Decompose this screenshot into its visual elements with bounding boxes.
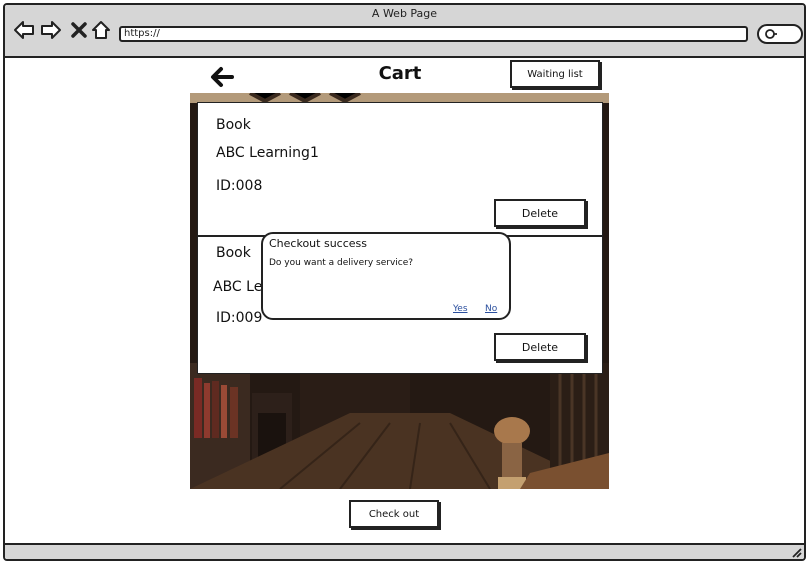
item-title: ABC Learning1 xyxy=(216,145,319,161)
item-id: ID:009 xyxy=(216,310,263,326)
item-category: Book xyxy=(216,117,251,133)
arrow-left-icon xyxy=(211,67,234,87)
close-icon[interactable] xyxy=(68,19,90,41)
cart-item-card: Book ABC Learning1 ID:008 Delete xyxy=(197,102,603,236)
back-button[interactable] xyxy=(208,63,236,91)
home-icon[interactable] xyxy=(90,19,112,41)
no-link[interactable]: No xyxy=(485,304,497,314)
browser-toolbar: A Web Page https:// xyxy=(5,5,804,58)
item-id: ID:008 xyxy=(216,178,263,194)
browser-page-title: A Web Page xyxy=(371,7,438,20)
search-icon xyxy=(765,29,777,39)
item-title: ABC Le xyxy=(213,279,263,295)
checkout-button[interactable]: Check out xyxy=(349,500,439,528)
item-category: Book xyxy=(216,245,251,261)
yes-link[interactable]: Yes xyxy=(453,304,468,314)
waiting-list-button[interactable]: Waiting list xyxy=(510,60,600,88)
url-input[interactable]: https:// xyxy=(119,26,748,42)
delete-button[interactable]: Delete xyxy=(494,333,586,361)
dialog-title: Checkout success xyxy=(269,237,367,250)
browser-status-bar xyxy=(5,543,804,559)
resize-handle-icon[interactable] xyxy=(790,546,802,558)
checkout-success-dialog: Checkout success Do you want a delivery … xyxy=(261,232,511,320)
forward-arrow-icon[interactable] xyxy=(40,19,62,41)
delete-button[interactable]: Delete xyxy=(494,199,586,227)
dialog-message: Do you want a delivery service? xyxy=(269,258,414,268)
back-arrow-icon[interactable] xyxy=(13,19,35,41)
page-title: Cart xyxy=(378,63,422,84)
browser-search-button[interactable] xyxy=(757,24,803,44)
